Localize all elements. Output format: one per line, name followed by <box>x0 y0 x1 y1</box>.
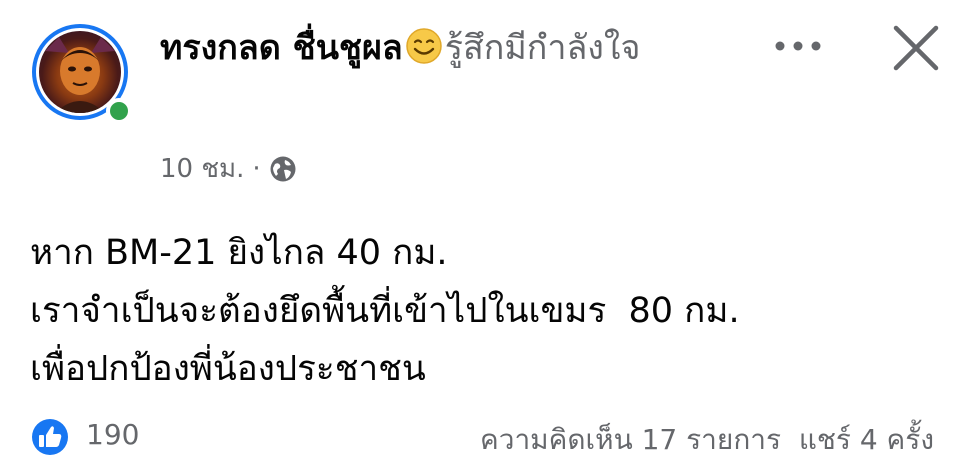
timestamp[interactable]: 10 ชม. <box>160 148 244 189</box>
more-dots-icon[interactable] <box>770 32 830 62</box>
post-footer: 190 ความคิดเห็น 17 รายการ แชร์ 4 ครั้ง <box>0 412 968 462</box>
like-icon[interactable] <box>30 417 70 457</box>
close-icon[interactable] <box>886 20 946 80</box>
post-line: หาก BM-21 ยิงไกล 40 กม. <box>30 233 448 273</box>
post-header-line: ทรงกลด ชื่นชูผล รู้สึกมีกำลังใจ <box>160 22 760 74</box>
post-body: หาก BM-21 ยิงไกล 40 กม. เราจำเป็นจะต้องย… <box>30 224 740 398</box>
post-meta: 10 ชม. · <box>160 148 297 189</box>
feeling-text: รู้สึกมีกำลังใจ <box>444 28 641 68</box>
engagement-stats: ความคิดเห็น 17 รายการ แชร์ 4 ครั้ง <box>480 418 934 462</box>
profile-avatar[interactable] <box>32 24 136 128</box>
online-status-dot <box>106 98 132 124</box>
reaction-count[interactable]: 190 <box>86 418 139 451</box>
comments-count[interactable]: ความคิดเห็น 17 รายการ <box>480 423 781 456</box>
meta-separator: · <box>252 153 261 184</box>
author-name[interactable]: ทรงกลด ชื่นชูผล <box>160 28 403 68</box>
post-line: เพื่อปกป้องพี่น้องประชาชน <box>30 349 426 389</box>
post-line: เราจำเป็นจะต้องยึดพื้นที่เข้าไปในเขมร 80… <box>30 291 740 331</box>
globe-icon <box>269 155 297 183</box>
smiling-face-icon <box>405 27 443 65</box>
shares-count[interactable]: แชร์ 4 ครั้ง <box>799 423 934 456</box>
avatar-image <box>39 31 121 113</box>
